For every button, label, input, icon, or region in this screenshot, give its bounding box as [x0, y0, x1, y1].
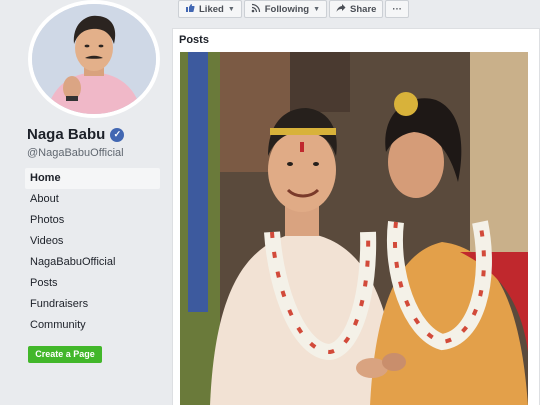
- left-sidebar: Naga Babu ✓ @NagaBabuOfficial Home About…: [0, 0, 170, 405]
- nav-item-home[interactable]: Home: [25, 168, 160, 189]
- nav-item-photos[interactable]: Photos: [25, 210, 160, 231]
- nav-item-community[interactable]: Community: [25, 315, 160, 336]
- nav-item-fundraisers[interactable]: Fundraisers: [25, 294, 160, 315]
- verified-badge-icon: ✓: [110, 127, 125, 142]
- nav-item-nagababuofficial[interactable]: NagaBabuOfficial: [25, 252, 160, 273]
- create-page-button[interactable]: Create a Page: [28, 346, 102, 363]
- chevron-down-icon: ▼: [227, 5, 235, 13]
- profile-picture[interactable]: [32, 4, 156, 114]
- liked-label: Liked: [199, 3, 224, 15]
- more-options-button[interactable]: ···: [385, 0, 409, 18]
- nav-item-posts[interactable]: Posts: [25, 273, 160, 294]
- page-nav: Home About Photos Videos NagaBabuOfficia…: [25, 168, 160, 336]
- page-handle: @NagaBabuOfficial: [27, 147, 124, 159]
- nav-item-about[interactable]: About: [25, 189, 160, 210]
- page-action-bar: Liked ▼ Following ▼ Share ···: [178, 0, 409, 18]
- following-button[interactable]: Following ▼: [243, 0, 328, 18]
- nav-item-videos[interactable]: Videos: [25, 231, 160, 252]
- main-column: Liked ▼ Following ▼ Share ··· Posts: [170, 0, 540, 405]
- profile-picture-frame[interactable]: [28, 0, 160, 118]
- more-icon: ···: [392, 3, 402, 15]
- page-name: Naga Babu ✓: [27, 126, 125, 143]
- post-photo[interactable]: [180, 52, 528, 405]
- posts-panel: Posts: [172, 28, 540, 405]
- page-name-text: Naga Babu: [27, 126, 106, 143]
- liked-button[interactable]: Liked ▼: [178, 0, 242, 18]
- share-arrow-icon: [336, 3, 346, 15]
- share-label: Share: [350, 3, 377, 15]
- share-button[interactable]: Share: [329, 0, 384, 18]
- wedding-photo-illustration: [180, 52, 528, 405]
- rss-icon: [251, 3, 261, 15]
- chevron-down-icon: ▼: [313, 5, 321, 13]
- profile-photo-illustration: [32, 4, 156, 114]
- following-label: Following: [264, 3, 310, 15]
- thumbs-up-icon: [185, 3, 195, 15]
- posts-heading: Posts: [179, 34, 209, 46]
